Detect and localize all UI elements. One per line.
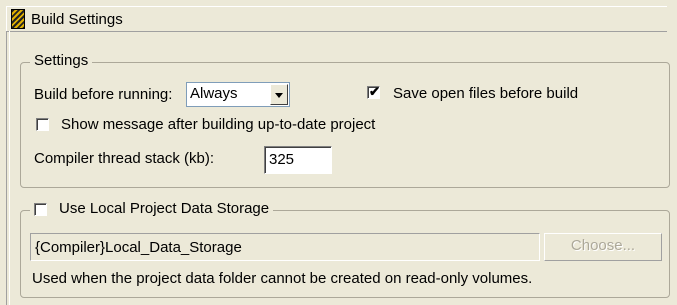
thread-stack-input[interactable]: 325 — [264, 146, 332, 174]
settings-group-legend: Settings — [30, 52, 93, 70]
choose-button[interactable]: Choose... — [544, 233, 662, 261]
use-local-storage-checkbox[interactable] — [34, 202, 47, 216]
show-message-checkbox[interactable] — [36, 118, 49, 131]
window-title: Build Settings — [31, 10, 123, 28]
local-storage-path-field: {Compiler}Local_Data_Storage — [30, 233, 540, 261]
thread-stack-label: Compiler thread stack (kb): — [34, 150, 215, 167]
local-storage-legend-wrap: Use Local Project Data Storage — [30, 200, 274, 218]
panel-left-border — [6, 31, 10, 305]
save-open-files-label: Save open files before build — [393, 85, 579, 102]
build-settings-panel: Build Settings Settings Build before run… — [0, 0, 677, 305]
thread-stack-value: 325 — [269, 151, 295, 168]
build-before-running-dropdown[interactable]: Always — [186, 82, 290, 107]
save-open-files-checkbox[interactable]: ✔ — [367, 84, 380, 99]
build-before-running-value: Always — [190, 85, 238, 102]
use-local-storage-label: Use Local Project Data Storage — [59, 200, 270, 217]
local-storage-note: Used when the project data folder cannot… — [32, 270, 533, 287]
build-settings-icon — [11, 9, 25, 29]
local-storage-path-value: {Compiler}Local_Data_Storage — [35, 239, 242, 256]
checkmark-icon: ✔ — [369, 84, 380, 99]
show-message-label: Show message after building up-to-date p… — [61, 116, 376, 133]
build-before-running-label: Build before running: — [34, 86, 173, 103]
chevron-down-icon[interactable] — [270, 84, 288, 105]
title-bar: Build Settings — [6, 6, 667, 32]
